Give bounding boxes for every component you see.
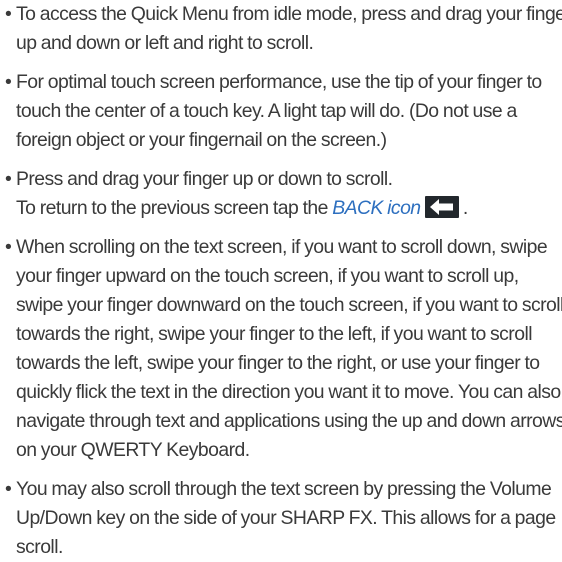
bullet-touch-performance: • For optimal touch screen performance, … (0, 68, 562, 155)
bullet-text-line: You may also scroll through the text scr… (16, 478, 552, 500)
bullet-scroll-back: • Press and drag your finger up or down … (0, 165, 562, 223)
bullet-text-line: up and down or left and right to scroll. (16, 32, 314, 54)
bullet-text-line: swipe your finger downward on the touch … (16, 294, 562, 316)
bullet-text-line: on your QWERTY Keyboard. (16, 439, 250, 461)
bullet-text-line: For optimal touch screen performance, us… (16, 71, 542, 93)
bullet-text-line: towards the left, swipe your finger to t… (16, 352, 540, 374)
bullet-text-line: navigate through text and applications u… (16, 410, 562, 432)
bullet-text-line: To access the Quick Menu from idle mode,… (16, 3, 562, 25)
back-icon-link[interactable]: BACK icon (332, 197, 421, 219)
bullet-text-line: towards the right, swipe your finger to … (16, 323, 533, 345)
bullet-text-line: touch the center of a touch key. A light… (16, 100, 517, 122)
bullet-text-line: When scrolling on the text screen, if yo… (16, 236, 548, 258)
bullet-text-line: Up/Down key on the side of your SHARP FX… (16, 507, 556, 529)
bullet-dot: • (5, 168, 12, 190)
bullet-quick-menu: • To access the Quick Menu from idle mod… (0, 0, 562, 58)
back-arrow-icon (424, 196, 459, 218)
bullet-dot: • (5, 478, 12, 500)
bullet-dot: • (5, 71, 12, 93)
bullet-back-line: To return to the previous screen tap the… (16, 194, 562, 223)
back-line-prefix: To return to the previous screen tap the (16, 197, 333, 219)
instruction-document: • To access the Quick Menu from idle mod… (0, 0, 562, 562)
bullet-text-line: scroll. (16, 536, 63, 558)
bullet-text-scrolling: • When scrolling on the text screen, if … (0, 233, 562, 465)
back-line-suffix: . (458, 197, 468, 219)
bullet-text-line: quickly flick the text in the direction … (16, 381, 561, 403)
bullet-dot: • (5, 3, 12, 25)
bullet-dot: • (5, 236, 12, 258)
bullet-text-line: your finger upward on the touch screen, … (16, 265, 519, 287)
bullet-text-line: foreign object or your fingernail on the… (16, 129, 387, 151)
bullet-text-line: Press and drag your finger up or down to… (16, 168, 393, 190)
